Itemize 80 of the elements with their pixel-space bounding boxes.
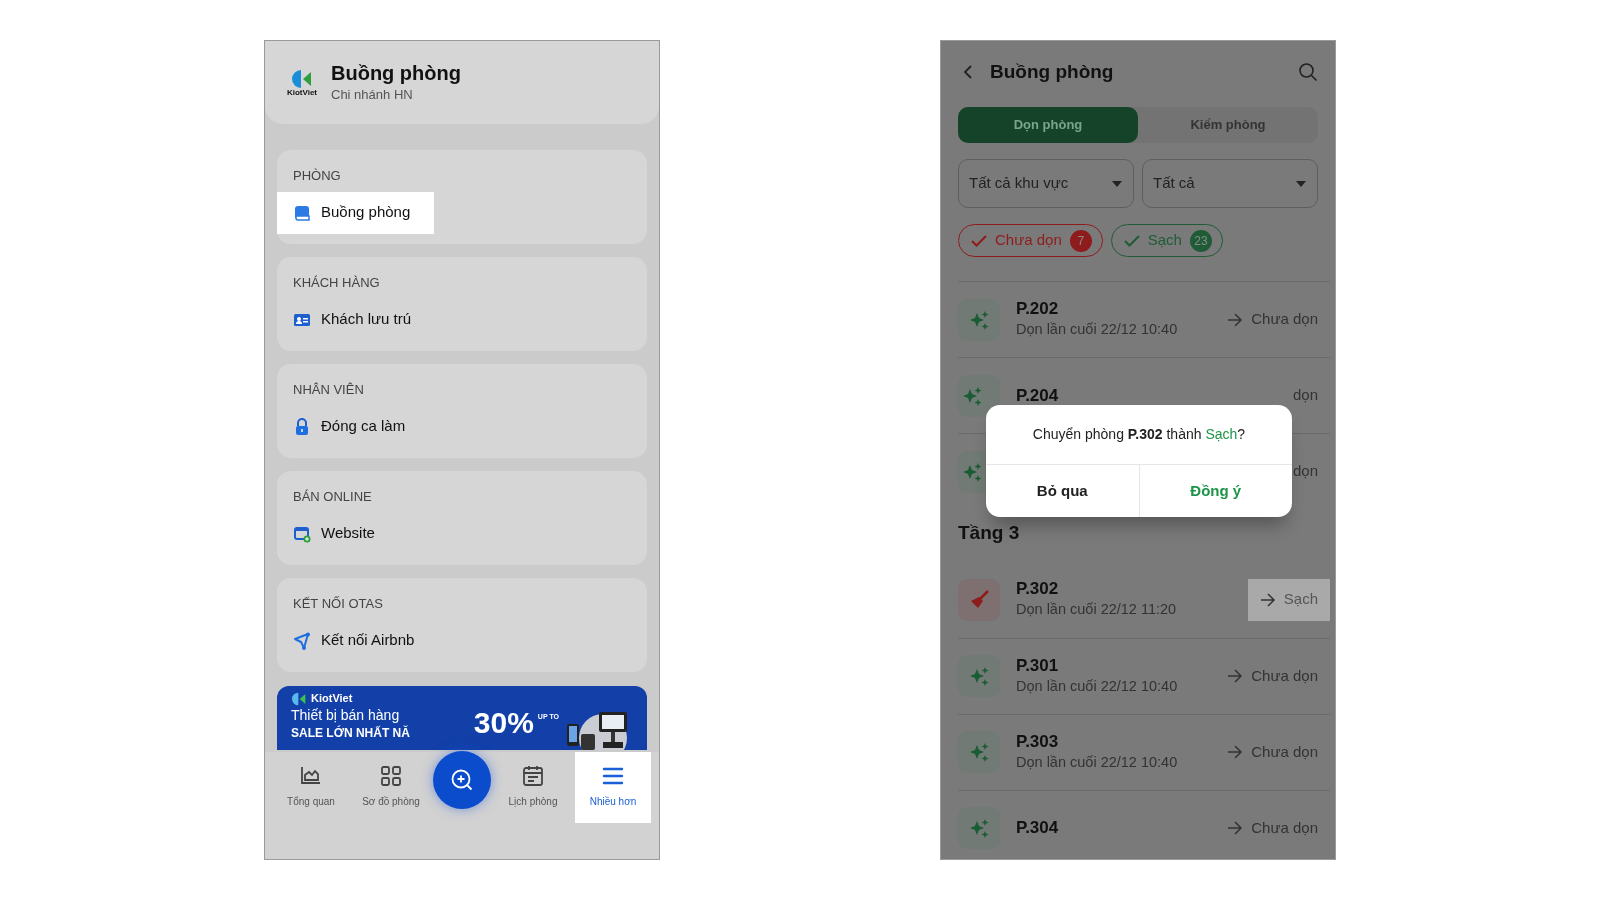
count-badge: 7 [1069,229,1092,252]
menu-item[interactable]: Website [277,512,399,555]
room-icon [293,203,311,222]
last-cleaned-text: Dọn lần cuối 22/12 10:40 [1016,676,1179,696]
tab[interactable]: Dọn phòng [958,107,1138,143]
room-name: P.303 [1016,730,1060,752]
section-label: NHÂN VIÊN [292,381,365,399]
banner-headline: Thiết bị bán hàng [291,706,401,725]
room-name: P.301 [1016,654,1060,676]
status-action-button[interactable]: Chưa dọn [1227,816,1318,840]
room-name: P.202 [1016,298,1060,320]
section-label: PHÒNG [292,167,342,185]
room-name: P.304 [1016,817,1060,839]
room-row[interactable]: P.301 Dọn lần cuối 22/12 10:40 Chưa dọn [958,637,1330,714]
arrow-icon [1227,745,1244,759]
dropdown[interactable]: Tất cả [1142,159,1318,208]
last-cleaned-text: Dọn lần cuối 22/12 11:20 [1016,600,1178,620]
back-icon [962,64,974,80]
branch-subtitle: Chi nhánh HN [331,85,414,104]
check-icon [971,234,987,247]
last-cleaned-text: Dọn lần cuối 22/12 10:40 [1016,752,1179,772]
sparkle-icon [968,665,990,687]
section-label: BÁN ONLINE [292,488,373,506]
screen-title: Buồng phòng [331,60,461,85]
back-button[interactable] [962,64,974,80]
sparkle-icon [968,817,990,839]
discount-text: 30% [473,708,534,738]
arrow-icon [1227,821,1244,835]
last-cleaned-text: Dọn lần cuối 22/12 10:40 [1016,320,1179,340]
calendar-icon [521,764,545,788]
nav-tab[interactable]: Sơ đồ phòng [353,752,429,823]
arrow-icon [1227,312,1244,327]
logo-icon [291,68,313,89]
search-button[interactable] [1298,62,1318,82]
send-icon [293,631,311,650]
room-name: P.204 [1016,384,1060,407]
nav-tab[interactable]: Lịch phòng [495,752,571,823]
browser-window-icon [293,524,311,543]
caret-icon [1111,179,1123,188]
grid-icon [379,764,403,788]
dropdown[interactable]: Tất cả khu vực [958,159,1134,208]
count-badge: 23 [1189,229,1212,252]
arrow-icon [1227,669,1244,683]
brand-name: KiotViet [311,692,353,706]
status-action-button[interactable]: Chưa dọn [1227,740,1318,764]
section-label: KHÁCH HÀNG [292,274,381,292]
status-action-button[interactable]: Chưa dọn [1227,664,1318,688]
section-label: KẾT NỐI OTAS [292,595,384,613]
menu-item[interactable]: Kết nối Airbnb [277,619,439,662]
logo-text: KiotViet [286,88,318,97]
room-row[interactable]: P.302 Dọn lần cuối 22/12 11:20 Sạch [958,561,1330,638]
room-name: P.302 [1016,578,1060,600]
check-icon [1123,234,1140,247]
menu-item[interactable]: Khách lưu trú [277,298,436,341]
room-row[interactable]: P.202 Dọn lần cuối 22/12 10:40 Chưa dọn [958,281,1330,357]
menu-item[interactable]: Đóng ca làm [277,405,430,448]
lock-icon [293,417,311,436]
banner-subline: SALE LỚN NHẤT NĂ [291,725,410,740]
tab[interactable]: Kiểm phòng [1138,107,1318,143]
nav-tab[interactable]: Tổng quan [273,752,349,823]
room-row[interactable]: P.304 Chưa dọn [958,789,1330,859]
sparkle-icon [968,741,990,763]
dialog-message: Chuyển phòng P.302 thành Sạch? [986,405,1292,465]
logo-icon [291,692,307,706]
search-fab[interactable] [433,751,491,809]
action-text: dọn [1292,461,1318,482]
status-action-button[interactable]: Chưa dọn [1227,308,1318,331]
search-icon [1298,62,1318,82]
search-icon [449,767,475,793]
action-text: dọn [1292,385,1318,406]
status-action-button[interactable]: Sạch [1247,578,1330,621]
nav-tab[interactable]: Nhiều hơn [575,752,651,823]
room-row[interactable]: P.303 Dọn lần cuối 22/12 10:40 Chưa dọn [958,713,1330,790]
cancel-button[interactable]: Bỏ qua [986,465,1140,517]
confirm-button[interactable]: Đồng ý [1139,465,1292,517]
menu-item[interactable]: Buồng phòng [277,191,435,234]
caret-icon [1295,179,1307,188]
screen-title: Buồng phòng [990,59,1115,84]
arrow-icon [1259,592,1276,607]
floor-heading: Tầng 3 [958,521,1021,545]
